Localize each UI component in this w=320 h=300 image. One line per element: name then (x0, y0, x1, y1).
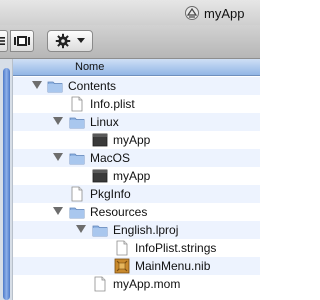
tree-row-myapp-macos[interactable]: myApp (13, 167, 260, 185)
tree-row-label: Linux (90, 115, 119, 129)
tree-row-infoplist-strings[interactable]: InfoPlist.strings (13, 239, 260, 257)
tree-row-label: myApp (113, 133, 151, 147)
window-title-text: myApp (204, 5, 245, 21)
tree-row-label: Info.plist (90, 97, 135, 111)
nib-icon (114, 258, 130, 274)
chevron-down-icon (77, 38, 85, 43)
folder-icon (69, 117, 85, 129)
name-column-label: Nome (75, 61, 105, 73)
document-icon (71, 186, 83, 202)
disclosure-triangle-icon[interactable] (53, 207, 63, 215)
tree-row-label: InfoPlist.strings (135, 241, 217, 255)
list-view-icon (0, 37, 5, 45)
window-title: myApp (184, 4, 244, 22)
action-menu-button[interactable] (47, 30, 93, 52)
document-icon (71, 96, 83, 112)
tree-row-label: Contents (68, 79, 117, 93)
disclosure-triangle-icon[interactable] (53, 117, 63, 125)
tree-row-label: MacOS (90, 151, 131, 165)
disclosure-triangle-icon[interactable] (32, 81, 42, 89)
tree-row-label: myApp.mom (113, 277, 181, 291)
tree-row-label: myApp (113, 169, 151, 183)
tree-row-info-plist[interactable]: Info.plist (13, 95, 260, 113)
list-view-button[interactable] (0, 30, 8, 52)
folder-icon (92, 225, 108, 237)
title-bar: myApp (0, 0, 260, 25)
document-icon (94, 276, 106, 292)
tree-row-macos[interactable]: MacOS (13, 149, 260, 167)
folder-icon (69, 153, 85, 165)
executable-icon (92, 133, 108, 147)
tree-row-contents[interactable]: Contents (13, 77, 260, 95)
tree-row-label: Resources (90, 205, 148, 219)
coverflow-view-button[interactable] (10, 30, 34, 52)
folder-icon (47, 81, 63, 93)
name-column-header[interactable]: Nome (13, 59, 260, 76)
tree-row-resources[interactable]: Resources (13, 203, 260, 221)
disclosure-triangle-icon[interactable] (53, 153, 63, 161)
toolbar (0, 25, 260, 59)
disclosure-triangle-icon[interactable] (76, 225, 86, 233)
executable-icon (92, 169, 108, 183)
tree-row-linux[interactable]: Linux (13, 113, 260, 131)
tree-row-label: English.lproj (113, 223, 179, 237)
tree-row-english-lproj[interactable]: English.lproj (13, 221, 260, 239)
tree-row-label: MainMenu.nib (135, 259, 211, 273)
coverflow-view-icon (14, 36, 30, 46)
gear-icon (55, 33, 71, 49)
tree-row-pkginfo[interactable]: PkgInfo (13, 185, 260, 203)
tree-row-label: PkgInfo (90, 187, 131, 201)
sidebar-scrollbar[interactable] (3, 68, 10, 300)
app-bundle-icon (185, 6, 199, 20)
tree-row-mainmenu-nib[interactable]: MainMenu.nib (13, 257, 260, 275)
folder-icon (69, 207, 85, 219)
tree-row-myapp-linux[interactable]: myApp (13, 131, 260, 149)
document-icon (116, 240, 128, 256)
tree-row-myapp-mom[interactable]: myApp.mom (13, 275, 260, 293)
